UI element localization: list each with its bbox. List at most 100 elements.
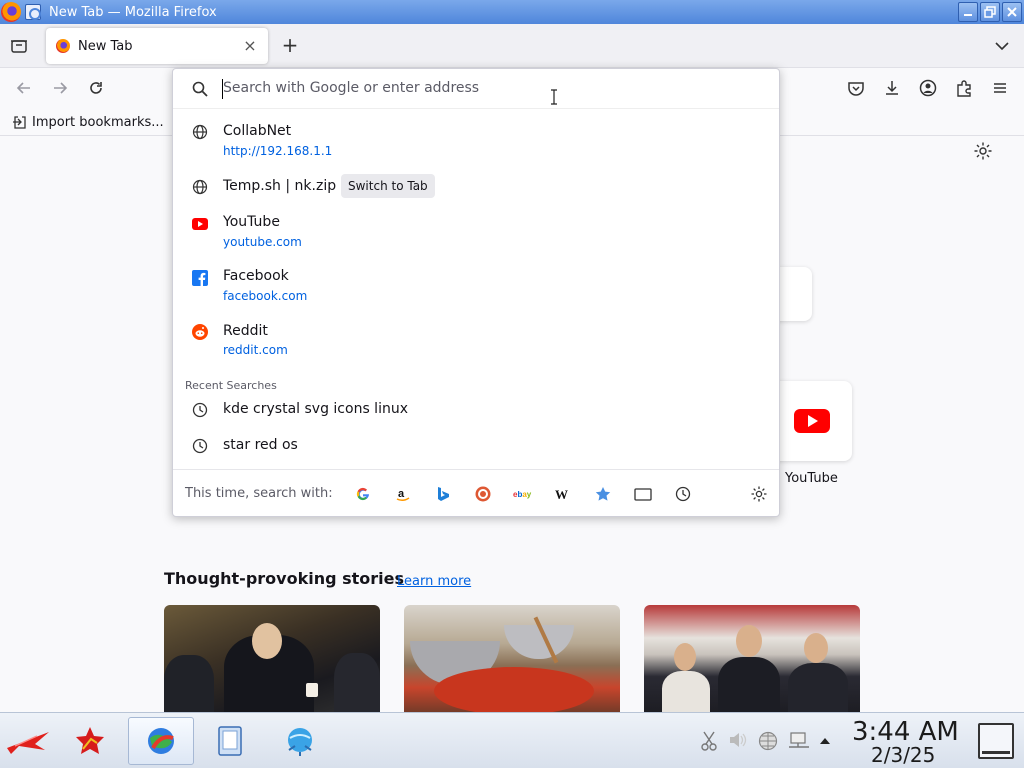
result-row[interactable]: Temp.sh | nk.zip Switch to Tab	[173, 170, 779, 204]
search-engine-bar: This time, search with: a ebay W	[173, 469, 779, 517]
bookmarks-star-icon[interactable]	[593, 484, 613, 504]
svg-text:W: W	[555, 487, 568, 501]
forward-arrow-icon	[54, 82, 68, 94]
extensions-button[interactable]	[954, 78, 974, 98]
firefox-view-icon[interactable]	[10, 37, 28, 55]
story-card-image[interactable]	[164, 605, 380, 715]
switch-to-tab-button[interactable]: Switch to Tab	[341, 174, 435, 198]
minimize-icon	[964, 14, 972, 16]
learn-more-link[interactable]: Learn more	[397, 574, 471, 589]
shortcut-youtube-label: YouTube	[785, 471, 838, 486]
result-title: YouTube	[223, 214, 280, 230]
red-star-os-logo-icon	[7, 732, 49, 754]
window-menu-icon[interactable]	[25, 4, 41, 20]
window-title: New Tab — Mozilla Firefox	[49, 4, 217, 20]
personalize-gear-icon[interactable]	[973, 141, 993, 161]
start-menu-button[interactable]	[4, 717, 52, 765]
account-button[interactable]	[918, 78, 938, 98]
show-desktop-button[interactable]	[978, 723, 1014, 759]
history-icon[interactable]	[673, 484, 693, 504]
recent-search-row[interactable]: star red os	[173, 431, 779, 461]
ebay-engine-icon[interactable]: ebay	[513, 484, 533, 504]
youtube-icon	[191, 215, 209, 233]
forward-button[interactable]	[50, 78, 70, 98]
taskbar-app-redstar[interactable]	[66, 717, 114, 765]
taskbar-app-firefox[interactable]	[128, 717, 194, 765]
network-tray-icon[interactable]	[788, 731, 809, 751]
result-url: reddit.com	[223, 343, 288, 357]
urlbar-input[interactable]: Search with Google or enter address	[223, 80, 479, 96]
shortcut-youtube-tile[interactable]	[770, 381, 852, 461]
import-bookmarks-button[interactable]: Import bookmarks...	[12, 114, 164, 130]
list-all-tabs-chevron-icon[interactable]	[992, 36, 1012, 56]
tab-new-tab[interactable]: New Tab ×	[46, 28, 268, 64]
pocket-icon	[848, 82, 864, 96]
app-menu-button[interactable]	[990, 78, 1010, 98]
result-url: youtube.com	[223, 235, 302, 249]
globe-tray-icon[interactable]	[758, 731, 778, 751]
recent-search-text: star red os	[223, 437, 298, 453]
minimize-button[interactable]	[958, 2, 978, 22]
document-viewer-icon	[218, 726, 242, 756]
maximize-button[interactable]	[980, 2, 1000, 22]
close-window-button[interactable]	[1002, 2, 1022, 22]
bing-engine-icon[interactable]	[433, 484, 453, 504]
urlbar[interactable]: Search with Google or enter address	[173, 69, 779, 109]
search-settings-gear-icon[interactable]	[749, 484, 769, 504]
scissors-tray-icon[interactable]	[700, 731, 720, 751]
result-row[interactable]: YouTube youtube.com	[173, 206, 779, 256]
google-engine-icon[interactable]	[353, 484, 373, 504]
back-button[interactable]	[14, 78, 34, 98]
taskbar-app-network[interactable]	[276, 717, 324, 765]
taskbar: 3:44 AM 2/3/25	[0, 712, 1024, 768]
svg-text:ebay: ebay	[513, 490, 532, 499]
story-card-image[interactable]	[644, 605, 860, 715]
tabs-icon[interactable]	[633, 484, 653, 504]
duckduckgo-engine-icon[interactable]	[473, 484, 493, 504]
network-globe-icon	[288, 728, 312, 756]
result-title: CollabNet	[223, 123, 292, 139]
browser-globe-icon	[148, 728, 174, 754]
reload-button[interactable]	[86, 78, 106, 98]
tab-strip: New Tab × +	[0, 24, 1024, 68]
tray-expand-arrow-icon[interactable]	[818, 731, 838, 751]
wikipedia-engine-icon[interactable]: W	[553, 484, 573, 504]
downloads-button[interactable]	[882, 78, 902, 98]
import-icon	[13, 116, 26, 129]
restore-icon	[984, 6, 996, 18]
result-row[interactable]: Reddit reddit.com	[173, 314, 779, 364]
recent-search-text: kde crystal svg icons linux	[223, 401, 408, 417]
reload-icon	[90, 82, 102, 94]
stories-heading: Thought-provoking stories	[164, 569, 405, 588]
taskbar-app-files[interactable]	[206, 717, 254, 765]
close-tab-icon[interactable]: ×	[240, 36, 260, 56]
search-with-label: This time, search with:	[185, 486, 333, 501]
puzzle-piece-icon	[957, 80, 971, 97]
new-tab-button[interactable]: +	[280, 34, 300, 58]
account-icon	[919, 79, 937, 97]
import-bookmarks-label: Import bookmarks...	[32, 114, 164, 130]
amazon-engine-icon[interactable]: a	[393, 484, 413, 504]
story-card-image[interactable]	[404, 605, 620, 715]
history-icon	[191, 437, 209, 455]
clock-date[interactable]: 2/3/25	[871, 743, 935, 767]
download-icon	[886, 81, 898, 95]
back-arrow-icon	[16, 82, 30, 94]
result-row[interactable]: CollabNet http://192.168.1.1	[173, 115, 779, 163]
window-titlebar[interactable]: New Tab — Mozilla Firefox	[0, 0, 1024, 24]
search-icon	[191, 80, 209, 98]
red-star-app-icon	[76, 727, 104, 754]
result-row[interactable]: Facebook facebook.com	[173, 260, 779, 310]
reddit-icon	[191, 323, 209, 341]
urlbar-dropdown: Search with Google or enter address Coll…	[172, 68, 780, 517]
volume-tray-icon[interactable]	[728, 731, 748, 751]
recent-search-row[interactable]: kde crystal svg icons linux	[173, 395, 779, 425]
recent-searches-heading: Recent Searches	[185, 379, 277, 392]
youtube-logo-icon	[794, 409, 830, 433]
svg-text:a: a	[398, 488, 405, 500]
firefox-favicon-icon	[56, 39, 70, 53]
globe-icon	[191, 178, 209, 196]
pocket-button[interactable]	[846, 78, 866, 98]
firefox-logo-icon	[1, 2, 21, 22]
globe-icon	[191, 123, 209, 141]
